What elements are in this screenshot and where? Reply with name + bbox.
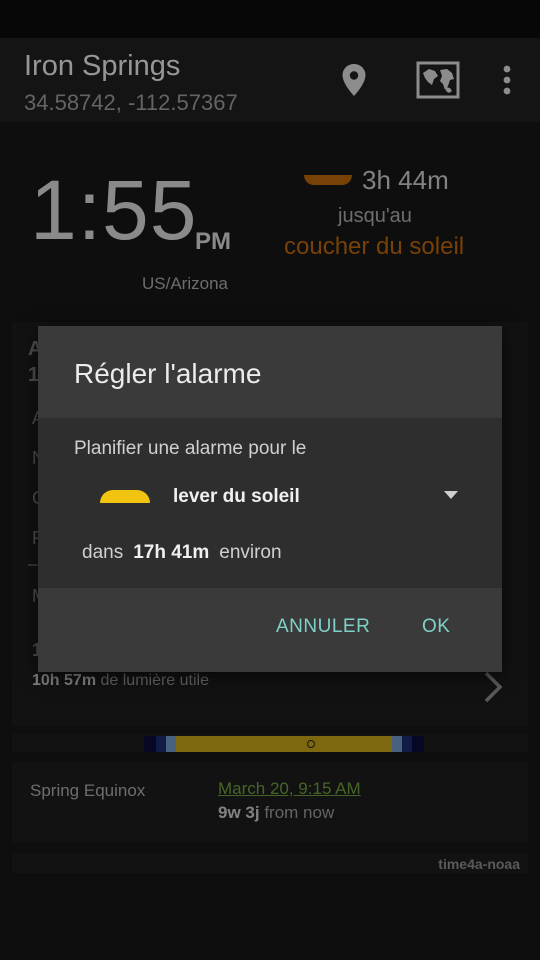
ok-button[interactable]: OK <box>422 616 450 638</box>
selected-event-label: lever du soleil <box>173 486 300 507</box>
dialog-body: Planifier une alarme pour le lever du so… <box>38 418 502 588</box>
set-alarm-dialog: Régler l'alarme Planifier une alarme pou… <box>38 326 502 672</box>
dialog-actions: ANNULER OK <box>38 588 502 672</box>
alarm-offset-row: dans 17h 41m environ <box>82 542 282 564</box>
in-suffix: environ <box>219 542 282 563</box>
event-spinner[interactable]: lever du soleil <box>78 478 478 520</box>
dialog-title: Régler l'alarme <box>74 358 262 389</box>
dialog-header: Régler l'alarme <box>38 326 502 418</box>
in-value: 17h 41m <box>133 542 210 563</box>
cancel-button[interactable]: ANNULER <box>276 616 370 638</box>
dropdown-arrow-icon <box>444 491 458 499</box>
dialog-prompt: Planifier une alarme pour le <box>74 438 307 459</box>
in-prefix: dans <box>82 542 124 563</box>
sunrise-icon <box>100 490 150 505</box>
